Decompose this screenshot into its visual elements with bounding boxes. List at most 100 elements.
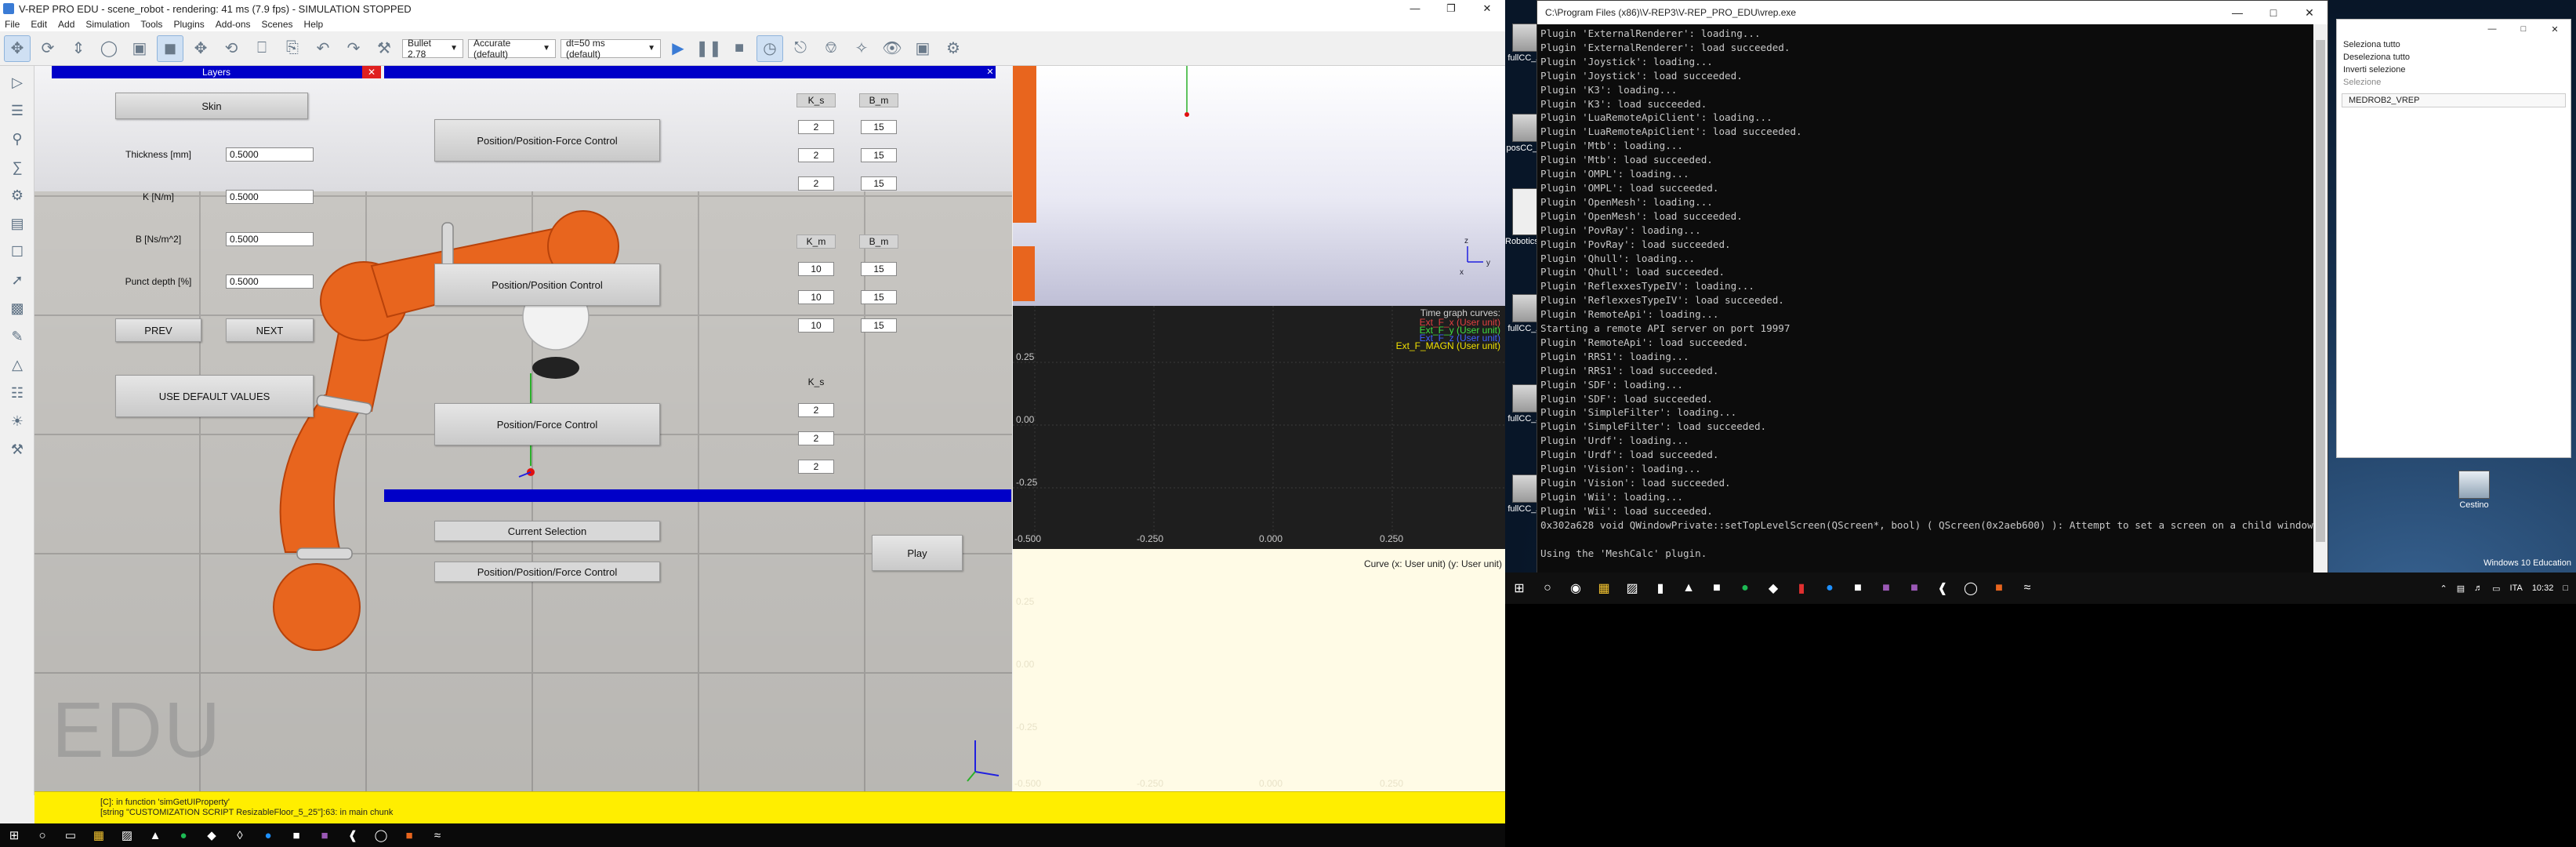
search-icon[interactable]: ○ bbox=[1533, 573, 1562, 604]
selection-icon[interactable]: ☐ bbox=[5, 240, 29, 264]
app-icon[interactable]: ≈ bbox=[423, 823, 452, 847]
app-icon[interactable]: ▮ bbox=[1646, 573, 1674, 604]
ks2-field[interactable]: 2 bbox=[798, 403, 834, 417]
fit-to-view-icon[interactable]: ▣ bbox=[126, 35, 153, 62]
explorer-select-all[interactable]: Seleziona tutto bbox=[2337, 38, 2571, 51]
app-icon[interactable]: ◆ bbox=[1759, 573, 1787, 604]
play-button[interactable]: Play bbox=[872, 535, 963, 571]
start-icon[interactable]: ⊞ bbox=[1505, 573, 1533, 604]
console-window[interactable]: C:\Program Files (x86)\V-REP3\V-REP_PRO_… bbox=[1537, 0, 2328, 577]
script-icon[interactable]: ✎ bbox=[5, 325, 29, 348]
chrome-icon[interactable]: ◉ bbox=[1562, 573, 1590, 604]
position-position-control-button[interactable]: Position/Position Control bbox=[434, 264, 660, 306]
page-icon[interactable]: ▣ bbox=[909, 35, 936, 62]
tray-clock[interactable]: 10:32 bbox=[2532, 583, 2554, 593]
shape-edit-icon[interactable]: △ bbox=[5, 353, 29, 376]
app-icon[interactable]: ■ bbox=[282, 823, 310, 847]
menu-edit[interactable]: Edit bbox=[31, 19, 47, 30]
position-force-button[interactable]: Position/Force Control bbox=[434, 403, 660, 445]
battery-icon[interactable]: ▭ bbox=[2492, 583, 2500, 594]
tray-language[interactable]: ITA bbox=[2510, 583, 2523, 593]
ks-field[interactable]: 2 bbox=[798, 176, 834, 191]
network-icon[interactable]: ▤ bbox=[2457, 583, 2465, 594]
environment-icon[interactable]: ☀ bbox=[5, 409, 29, 433]
notifications-icon[interactable]: □ bbox=[2563, 583, 2568, 593]
app-icon[interactable]: ▮ bbox=[1787, 573, 1816, 604]
explorer-icon[interactable]: ▦ bbox=[85, 823, 113, 847]
layers-icon[interactable]: ▤ bbox=[5, 212, 29, 235]
settings-icon[interactable]: ⚒ bbox=[5, 438, 29, 461]
camera-shift-icon[interactable]: ⇕ bbox=[65, 35, 92, 62]
realtime-icon[interactable]: ◷ bbox=[756, 35, 783, 62]
app-icon[interactable]: ● bbox=[1816, 573, 1844, 604]
stop-simulation-icon[interactable]: ■ bbox=[726, 35, 753, 62]
next-button[interactable]: NEXT bbox=[226, 318, 314, 342]
store-icon[interactable]: ▨ bbox=[113, 823, 141, 847]
camera-rotate-icon[interactable]: ⟳ bbox=[34, 35, 61, 62]
app-icon[interactable]: ≈ bbox=[2013, 573, 2041, 604]
use-default-values-button[interactable]: USE DEFAULT VALUES bbox=[115, 375, 314, 417]
vscode-icon[interactable]: ❰ bbox=[339, 823, 367, 847]
app-icon[interactable]: ■ bbox=[1844, 573, 1872, 604]
console-minimize-button[interactable]: — bbox=[2219, 6, 2255, 20]
scene-icon[interactable]: ⚙ bbox=[940, 35, 967, 62]
explorer-icon[interactable]: ▦ bbox=[1590, 573, 1618, 604]
vscode-icon[interactable]: ❰ bbox=[1928, 573, 1957, 604]
teams-icon[interactable]: ■ bbox=[310, 823, 339, 847]
ks-field[interactable]: 2 bbox=[798, 148, 834, 162]
object-properties-icon[interactable]: ⚙ bbox=[5, 184, 29, 207]
app-icon[interactable]: ◯ bbox=[1957, 573, 1985, 604]
object-shift-icon[interactable]: ✥ bbox=[187, 35, 214, 62]
camera-pan-icon[interactable]: ✥ bbox=[4, 35, 31, 62]
path-icon[interactable]: ➚ bbox=[5, 268, 29, 292]
punct-depth-field[interactable]: 0.5000 bbox=[226, 274, 314, 289]
engine-select[interactable]: Bullet 2.78 ▼ bbox=[402, 38, 463, 60]
vrep-taskbar-icon[interactable]: ■ bbox=[395, 823, 423, 847]
ks-field[interactable]: 2 bbox=[798, 120, 834, 134]
bs-field[interactable]: 15 bbox=[861, 148, 897, 162]
k-field[interactable]: 0.5000 bbox=[226, 190, 314, 204]
menu-simulation[interactable]: Simulation bbox=[85, 19, 129, 30]
volume-icon[interactable]: ♬ bbox=[2474, 583, 2483, 593]
app-icon[interactable]: ● bbox=[254, 823, 282, 847]
minimize-button[interactable]: — bbox=[1397, 0, 1433, 17]
transfer-dna-icon[interactable]: ⎘ bbox=[279, 35, 306, 62]
timestep-select[interactable]: dt=50 ms (default) ▼ bbox=[561, 38, 661, 60]
layers-titlebar[interactable]: Layers bbox=[52, 66, 381, 78]
speed-up-icon[interactable]: ⎊ bbox=[818, 35, 844, 62]
task-view-icon[interactable]: ▭ bbox=[56, 823, 85, 847]
object-select-icon[interactable]: ◼ bbox=[157, 35, 183, 62]
app-icon[interactable]: ▲ bbox=[1674, 573, 1703, 604]
km-field[interactable]: 10 bbox=[798, 262, 834, 276]
collection-icon[interactable]: ☷ bbox=[5, 381, 29, 405]
bs-field[interactable]: 15 bbox=[861, 176, 897, 191]
spotify-icon[interactable]: ● bbox=[1731, 573, 1759, 604]
console-maximize-button[interactable]: □ bbox=[2255, 6, 2291, 20]
vrep-taskbar-icon[interactable]: ■ bbox=[1985, 573, 2013, 604]
time-graph-view[interactable]: Time graph curves: Ext_F_x (User unit) E… bbox=[1013, 306, 1505, 549]
bm-field[interactable]: 15 bbox=[861, 262, 897, 276]
explorer-search-box[interactable]: MEDROB2_VREP bbox=[2342, 93, 2566, 107]
bs-field[interactable]: 15 bbox=[861, 120, 897, 134]
teams-icon[interactable]: ■ bbox=[1900, 573, 1928, 604]
calculation-icon[interactable]: ∑ bbox=[5, 155, 29, 179]
assemble-icon[interactable]: ⎕ bbox=[249, 35, 275, 62]
bm-field[interactable]: 15 bbox=[861, 318, 897, 333]
app-icon[interactable]: ◆ bbox=[198, 823, 226, 847]
ks2-field[interactable]: 2 bbox=[798, 431, 834, 445]
menu-add[interactable]: Add bbox=[58, 19, 74, 30]
app-icon[interactable]: ◯ bbox=[367, 823, 395, 847]
km-field[interactable]: 10 bbox=[798, 290, 834, 304]
xy-curve-view[interactable]: Curve (x: User unit) (y: User unit) 0.25… bbox=[1013, 549, 1505, 791]
start-icon[interactable]: ⊞ bbox=[0, 823, 28, 847]
bm-field[interactable]: 15 bbox=[861, 290, 897, 304]
explorer-minimize-button[interactable]: — bbox=[2476, 24, 2508, 34]
km-field[interactable]: 10 bbox=[798, 318, 834, 333]
close-button[interactable]: ✕ bbox=[1469, 0, 1505, 17]
custom-ui-titlebar[interactable] bbox=[384, 66, 996, 78]
menu-help[interactable]: Help bbox=[304, 19, 324, 30]
menu-scenes[interactable]: Scenes bbox=[262, 19, 293, 30]
slow-down-icon[interactable]: ⎋ bbox=[787, 35, 814, 62]
scene-hierarchy-icon[interactable]: ☰ bbox=[5, 99, 29, 122]
pause-simulation-icon[interactable]: ❚❚ bbox=[695, 35, 722, 62]
